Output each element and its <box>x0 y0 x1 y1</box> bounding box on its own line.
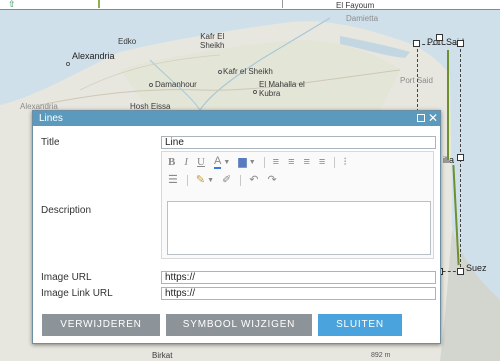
image-link-url-input[interactable]: https:// <box>161 287 436 300</box>
selection-handle[interactable] <box>457 154 464 161</box>
lines-dialog: Lines ✕ Title Line B I U A ▼ ▆ ▼ ≡ ≡ ≡ ≡… <box>32 110 441 344</box>
map-label-el-mahalla: El Mahalla el Kubra <box>259 80 305 98</box>
toolbar-separator <box>186 174 188 186</box>
map-scale-label: 892 m <box>371 352 391 359</box>
change-symbol-button[interactable]: SYMBOOL WIJZIGEN <box>166 314 312 336</box>
image-url-label: Image URL <box>41 272 92 283</box>
ordered-list-icon[interactable]: ⁝ <box>343 155 347 169</box>
map-label-alexandria: Alexandria <box>72 51 115 61</box>
chevron-down-icon[interactable]: ▼ <box>249 159 256 166</box>
close-icon[interactable]: ✕ <box>428 111 438 125</box>
maximize-icon[interactable] <box>417 114 425 122</box>
underline-button[interactable]: U <box>197 155 205 169</box>
map-city-dot <box>149 83 153 87</box>
map-label-birkat: Birkat <box>152 351 173 360</box>
align-right-icon[interactable]: ≡ <box>304 155 310 169</box>
selection-handle[interactable] <box>457 268 464 275</box>
image-url-input[interactable]: https:// <box>161 271 436 284</box>
delete-button[interactable]: VERWIJDEREN <box>42 314 160 336</box>
title-input[interactable]: Line <box>161 136 436 149</box>
map-label-edko: Edko <box>118 37 137 46</box>
unordered-list-icon[interactable]: ☰ <box>168 173 178 187</box>
map-city-dot <box>66 62 70 66</box>
title-label: Title <box>41 137 60 148</box>
map-city-dot <box>218 70 222 74</box>
chevron-down-icon[interactable]: ▼ <box>207 177 214 184</box>
map-city-dot <box>253 90 257 94</box>
map-label-damietta: Damietta <box>346 14 379 23</box>
description-editor: B I U A ▼ ▆ ▼ ≡ ≡ ≡ ≡ ⁝ ☰ ✎ ▼ ✐ ↶ ↷ <box>161 151 434 259</box>
font-color-icon[interactable]: A <box>213 155 222 169</box>
close-button[interactable]: SLUITEN <box>318 314 402 336</box>
toolbar-separator <box>263 156 265 168</box>
selection-handle[interactable] <box>413 40 420 47</box>
selection-handle[interactable] <box>436 34 443 41</box>
map-label-damanhour: Damanhour <box>155 80 197 89</box>
redo-icon[interactable]: ↷ <box>267 173 276 187</box>
toolbar-separator <box>334 156 336 168</box>
map-label-el-fayoum: El Fayoum <box>336 1 375 10</box>
bold-button[interactable]: B <box>168 155 175 169</box>
link-icon[interactable]: ✎ <box>196 173 205 187</box>
align-left-icon[interactable]: ≡ <box>273 155 279 169</box>
image-link-url-label: Image Link URL <box>41 288 113 299</box>
editor-toolbar-row-1: B I U A ▼ ▆ ▼ ≡ ≡ ≡ ≡ ⁝ <box>168 155 356 169</box>
map-divider <box>282 0 283 8</box>
undo-icon[interactable]: ↶ <box>249 173 258 187</box>
dialog-header[interactable]: Lines ✕ <box>33 111 440 126</box>
toolbar-separator <box>240 174 242 186</box>
map-label-kafr-el-sheikh: Kafr el Sheikh <box>223 67 273 76</box>
align-center-icon[interactable]: ≡ <box>288 155 294 169</box>
chevron-down-icon[interactable]: ▼ <box>223 159 230 166</box>
unlink-icon[interactable]: ✐ <box>222 173 231 187</box>
selection-handle[interactable] <box>457 40 464 47</box>
description-textarea[interactable] <box>167 201 431 255</box>
italic-button[interactable]: I <box>184 155 188 169</box>
editor-toolbar-row-2: ☰ ✎ ▼ ✐ ↶ ↷ <box>168 173 286 187</box>
map-label-suez: Suez <box>466 263 487 273</box>
highlight-color-icon[interactable]: ▆ <box>238 155 246 169</box>
map-marker-bar <box>98 0 100 8</box>
map-top-strip <box>0 0 500 10</box>
align-justify-icon[interactable]: ≡ <box>319 155 325 169</box>
up-arrow-icon: ⇧ <box>8 0 16 9</box>
line-feature[interactable] <box>447 50 449 160</box>
description-label: Description <box>41 205 92 216</box>
map-label-kafr-el-sheikh-top: Kafr El Sheikh <box>200 32 225 50</box>
dialog-title: Lines <box>39 113 63 124</box>
